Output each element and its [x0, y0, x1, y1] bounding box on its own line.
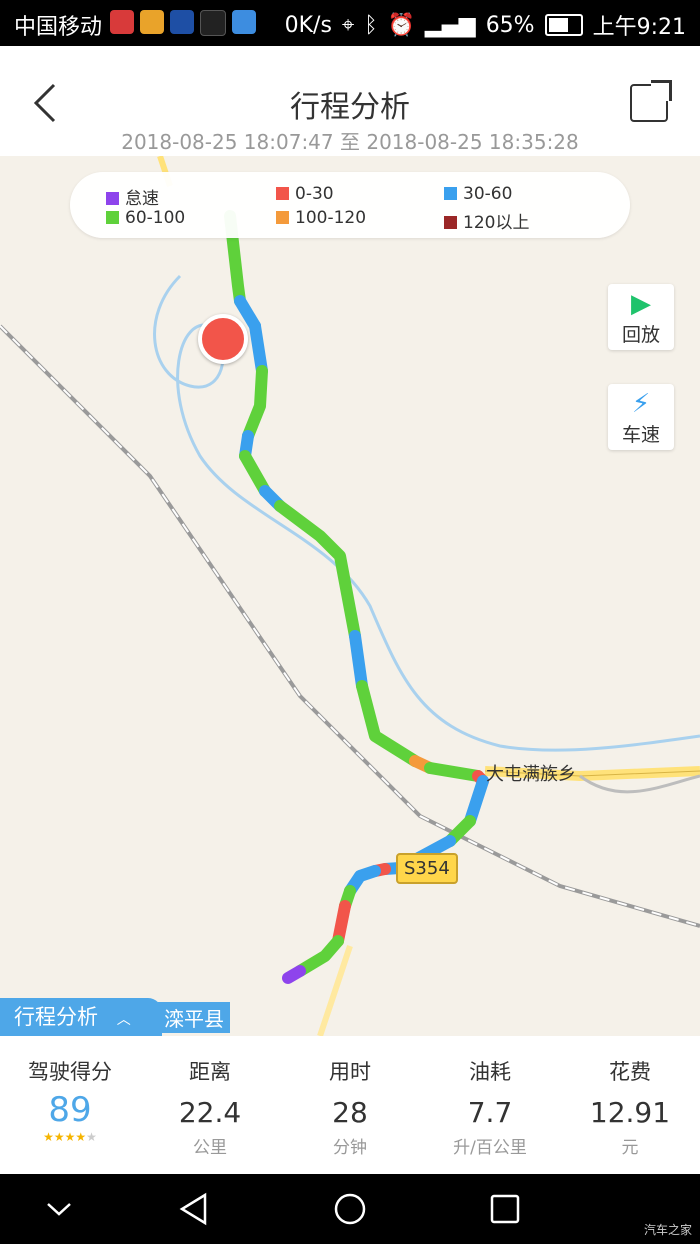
stat-unit: 升/百公里 — [453, 1138, 527, 1158]
county-label: 滦平县 — [158, 1002, 230, 1033]
stat-column: 油耗 7.7 升/百公里 — [420, 1036, 560, 1158]
stat-column: 距离 22.4 公里 — [140, 1036, 280, 1158]
road-shield: S354 — [396, 853, 458, 884]
route-segment — [294, 935, 344, 977]
route-segment — [349, 630, 368, 692]
stat-label: 花费 — [609, 1060, 651, 1084]
stat-unit: 分钟 — [333, 1138, 367, 1158]
stat-label: 驾驶得分 — [28, 1060, 112, 1084]
back-triangle-icon[interactable] — [177, 1192, 211, 1226]
bluetooth-icon: ᛒ — [364, 12, 378, 38]
stat-column: 花费 12.91 元 — [560, 1036, 700, 1158]
town-label: 大屯满族乡 — [486, 764, 576, 785]
speed-button[interactable]: ⚡ 车速 — [608, 384, 674, 450]
legend-item: 30-60 — [444, 184, 512, 204]
legend-swatch — [444, 216, 457, 229]
page-title: 行程分析 — [290, 90, 410, 125]
legend-item: 0-30 — [276, 184, 334, 204]
legend-swatch — [106, 211, 119, 224]
legend-label: 100-120 — [295, 208, 367, 228]
legend-swatch — [106, 192, 119, 205]
stat-column: 驾驶得分 89 ★★★★★ — [0, 1036, 140, 1144]
stat-unit: 公里 — [193, 1138, 227, 1158]
stat-column: 用时 28 分钟 — [280, 1036, 420, 1158]
signal-icon: ▂▄▆ — [424, 12, 476, 38]
tiktok-icon — [200, 10, 226, 36]
legend-swatch — [276, 211, 289, 224]
alarm-icon: ⏰ — [387, 12, 415, 38]
legend-label: 怠速 — [125, 189, 159, 209]
toutiao-icon — [110, 10, 134, 34]
stat-value: 7.7 — [467, 1096, 513, 1129]
play-icon: ▶ — [631, 289, 651, 319]
legend-swatch — [444, 187, 457, 200]
legend-label: 0-30 — [295, 184, 334, 204]
route-segment — [249, 320, 268, 377]
legend-item: 100-120 — [276, 208, 366, 228]
legend-item: 60-100 — [106, 208, 185, 228]
stat-value: 89 — [48, 1090, 92, 1130]
trip-time-range: 2018-08-25 18:07:47 至 2018-08-25 18:35:2… — [121, 130, 579, 154]
legend-label: 30-60 — [463, 184, 513, 204]
battery-icon — [544, 14, 583, 36]
recent-apps-icon[interactable] — [488, 1192, 522, 1226]
legend-item: 120以上 — [444, 208, 529, 233]
speed-label: 车速 — [621, 424, 660, 446]
stat-value: 28 — [332, 1096, 368, 1129]
trip-analysis-tab[interactable]: 行程分析 ︿ — [0, 998, 162, 1036]
carrier-label: 中国移动 — [14, 15, 103, 40]
trip-map[interactable]: 怠速 0-30 30-60 60-100 100-120 120以上 ▶ 回放 ⚡ 车速 … — [0, 156, 700, 1036]
location-icon: ⌖ — [341, 12, 355, 38]
legend-label: 120以上 — [463, 213, 530, 233]
system-nav-bar: 汽车之家 — [0, 1174, 700, 1244]
end-pin[interactable] — [198, 314, 248, 364]
lightning-icon: ⚡ — [631, 389, 651, 419]
home-circle-icon[interactable] — [333, 1192, 367, 1226]
stat-label: 油耗 — [469, 1060, 511, 1084]
route-segment — [282, 965, 306, 984]
status-bar: 中国移动 0K/s ⌖ ᛒ ⏰ ▂▄▆ 65% 上午9:21 — [0, 0, 700, 46]
clock: 上午9:21 — [592, 15, 686, 40]
route-segment — [356, 680, 421, 767]
stat-unit: 元 — [621, 1138, 639, 1158]
trip-stats: 驾驶得分 89 ★★★★★ 距离 22.4 公里 用时 28 分钟 油耗 7.7 升/百公里 花费 12.… — [0, 1036, 700, 1174]
stat-value: 12.91 — [589, 1096, 671, 1129]
replay-label: 回放 — [621, 324, 660, 346]
stat-value: 22.4 — [178, 1096, 242, 1129]
legend-item: 怠速 — [106, 184, 159, 209]
replay-button[interactable]: ▶ 回放 — [608, 284, 674, 350]
tab-label: 行程分析 — [14, 1005, 98, 1029]
share-button[interactable] — [630, 80, 672, 122]
rating-stars: ★★★★★ — [43, 1130, 97, 1144]
stat-label: 距离 — [189, 1060, 231, 1084]
legend-swatch — [276, 187, 289, 200]
route-segment — [239, 450, 271, 497]
chevron-down-icon[interactable] — [42, 1192, 76, 1226]
telegram-icon — [232, 10, 256, 34]
route-segment — [424, 762, 484, 782]
network-speed: 0K/s — [284, 12, 332, 38]
route-segment — [242, 365, 268, 442]
notification-icons — [110, 10, 256, 36]
route-segment — [274, 500, 361, 642]
weibo-icon — [140, 10, 164, 34]
battery-percent: 65% — [485, 12, 535, 38]
route-segment — [464, 775, 489, 827]
header: 行程分析 2018-08-25 18:07:47 至 2018-08-25 18… — [0, 46, 700, 156]
speed-legend: 怠速 0-30 30-60 60-100 100-120 120以上 — [70, 172, 630, 238]
stat-label: 用时 — [329, 1060, 371, 1084]
map-canvas — [0, 156, 700, 1036]
autohome-icon — [170, 10, 194, 34]
chevron-up-icon: ︿ — [116, 1012, 131, 1028]
legend-label: 60-100 — [125, 208, 186, 228]
watermark: 汽车之家 — [643, 1223, 692, 1237]
